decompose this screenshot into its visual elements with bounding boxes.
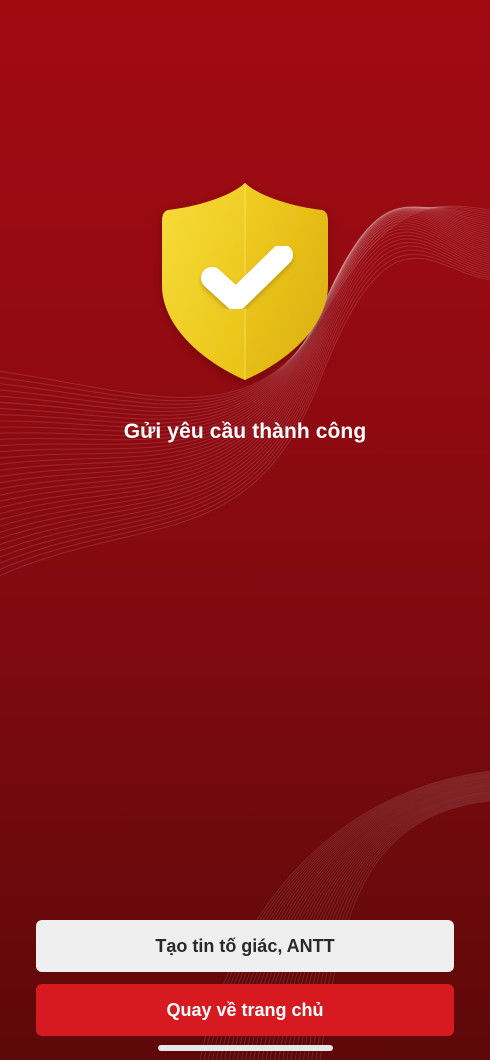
home-indicator [158,1045,333,1051]
back-to-home-button[interactable]: Quay về trang chủ [36,984,454,1036]
success-screen: Gửi yêu cầu thành công Tạo tin tố giác, … [0,0,490,1060]
background-wave-pattern [0,205,490,1060]
shield-check-icon [150,175,340,390]
create-report-button[interactable]: Tạo tin tố giác, ANTT [36,920,454,972]
success-message: Gửi yêu cầu thành công [123,420,367,443]
